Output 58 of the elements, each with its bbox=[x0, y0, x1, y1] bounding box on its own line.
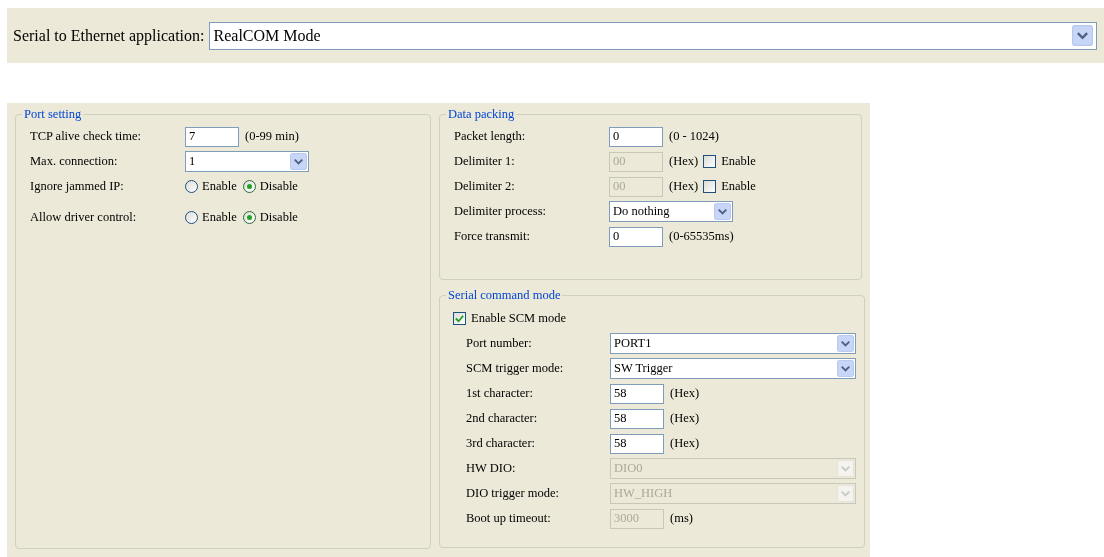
unit-label: (Hex) bbox=[669, 179, 699, 194]
unit-label: (Hex) bbox=[670, 436, 700, 451]
unit-label: (Hex) bbox=[669, 154, 699, 169]
caret-icon[interactable] bbox=[714, 203, 731, 220]
field-label: 2nd character: bbox=[466, 411, 539, 426]
text-field[interactable]: 0 bbox=[609, 126, 663, 147]
radio-button[interactable] bbox=[242, 180, 256, 193]
dropdown[interactable]: SW Trigger bbox=[610, 358, 856, 379]
radio-button[interactable] bbox=[185, 180, 198, 193]
caret-icon[interactable] bbox=[1072, 25, 1093, 46]
radio-label: Disable bbox=[259, 210, 298, 225]
field-label: Allow driver control: bbox=[30, 210, 138, 225]
field-label: SCM trigger mode: bbox=[466, 361, 565, 376]
radio-label: Enable bbox=[202, 179, 237, 194]
field-label: Max. connection: bbox=[30, 154, 119, 169]
field-label: TCP alive check time: bbox=[30, 129, 142, 144]
caret-icon[interactable] bbox=[837, 335, 854, 352]
text-field[interactable]: 7 bbox=[185, 126, 239, 147]
group-title: Data packing bbox=[447, 107, 516, 122]
checkbox-label: Enable bbox=[721, 154, 756, 169]
field-label: Packet length: bbox=[454, 129, 527, 144]
field-label: DIO trigger mode: bbox=[466, 486, 561, 501]
unit-label: (Hex) bbox=[670, 411, 700, 426]
field-label: Delimiter 2: bbox=[454, 179, 516, 194]
dropdown[interactable]: Do nothing bbox=[609, 201, 733, 222]
caret-icon[interactable] bbox=[290, 153, 307, 170]
unit-label: (0-99 min) bbox=[245, 129, 299, 144]
dropdown[interactable]: RealCOM Mode bbox=[208, 21, 1097, 50]
field-label: Delimiter process: bbox=[454, 204, 547, 219]
group-title: Port setting bbox=[23, 107, 83, 122]
unit-label: (ms) bbox=[670, 511, 693, 526]
radio-label: Enable bbox=[202, 210, 237, 225]
field-label: Port number: bbox=[466, 336, 533, 351]
checkbox-label: Enable SCM mode bbox=[471, 310, 567, 326]
unit-label: (0-65535ms) bbox=[669, 229, 734, 244]
checkbox[interactable] bbox=[453, 311, 466, 325]
field-label: HW DIO: bbox=[466, 461, 517, 476]
radio-label: Disable bbox=[259, 179, 298, 194]
field-label: Force transmit: bbox=[454, 229, 532, 244]
radio-button[interactable] bbox=[185, 211, 198, 224]
unit-label: (Hex) bbox=[670, 386, 700, 401]
field-label: Serial to Ethernet application: bbox=[13, 26, 205, 45]
text-field[interactable]: 0 bbox=[609, 226, 663, 247]
field-label: Ignore jammed IP: bbox=[30, 179, 125, 194]
dropdown[interactable]: 1 bbox=[185, 151, 309, 172]
text-field[interactable]: 58 bbox=[610, 383, 664, 404]
text-field[interactable]: 58 bbox=[610, 433, 664, 454]
radio-button[interactable] bbox=[242, 211, 256, 224]
field-label: 1st character: bbox=[466, 386, 534, 401]
checkbox-label: Enable bbox=[721, 179, 756, 194]
field-label: Boot up timeout: bbox=[466, 511, 552, 526]
field-label: Delimiter 1: bbox=[454, 154, 516, 169]
unit-label: (0 - 1024) bbox=[669, 129, 719, 144]
field-label: 3rd character: bbox=[466, 436, 537, 451]
dropdown[interactable]: PORT1 bbox=[610, 333, 856, 354]
text-field[interactable]: 58 bbox=[610, 408, 664, 429]
caret-icon[interactable] bbox=[837, 360, 854, 377]
group-title: Serial command mode bbox=[447, 288, 562, 303]
